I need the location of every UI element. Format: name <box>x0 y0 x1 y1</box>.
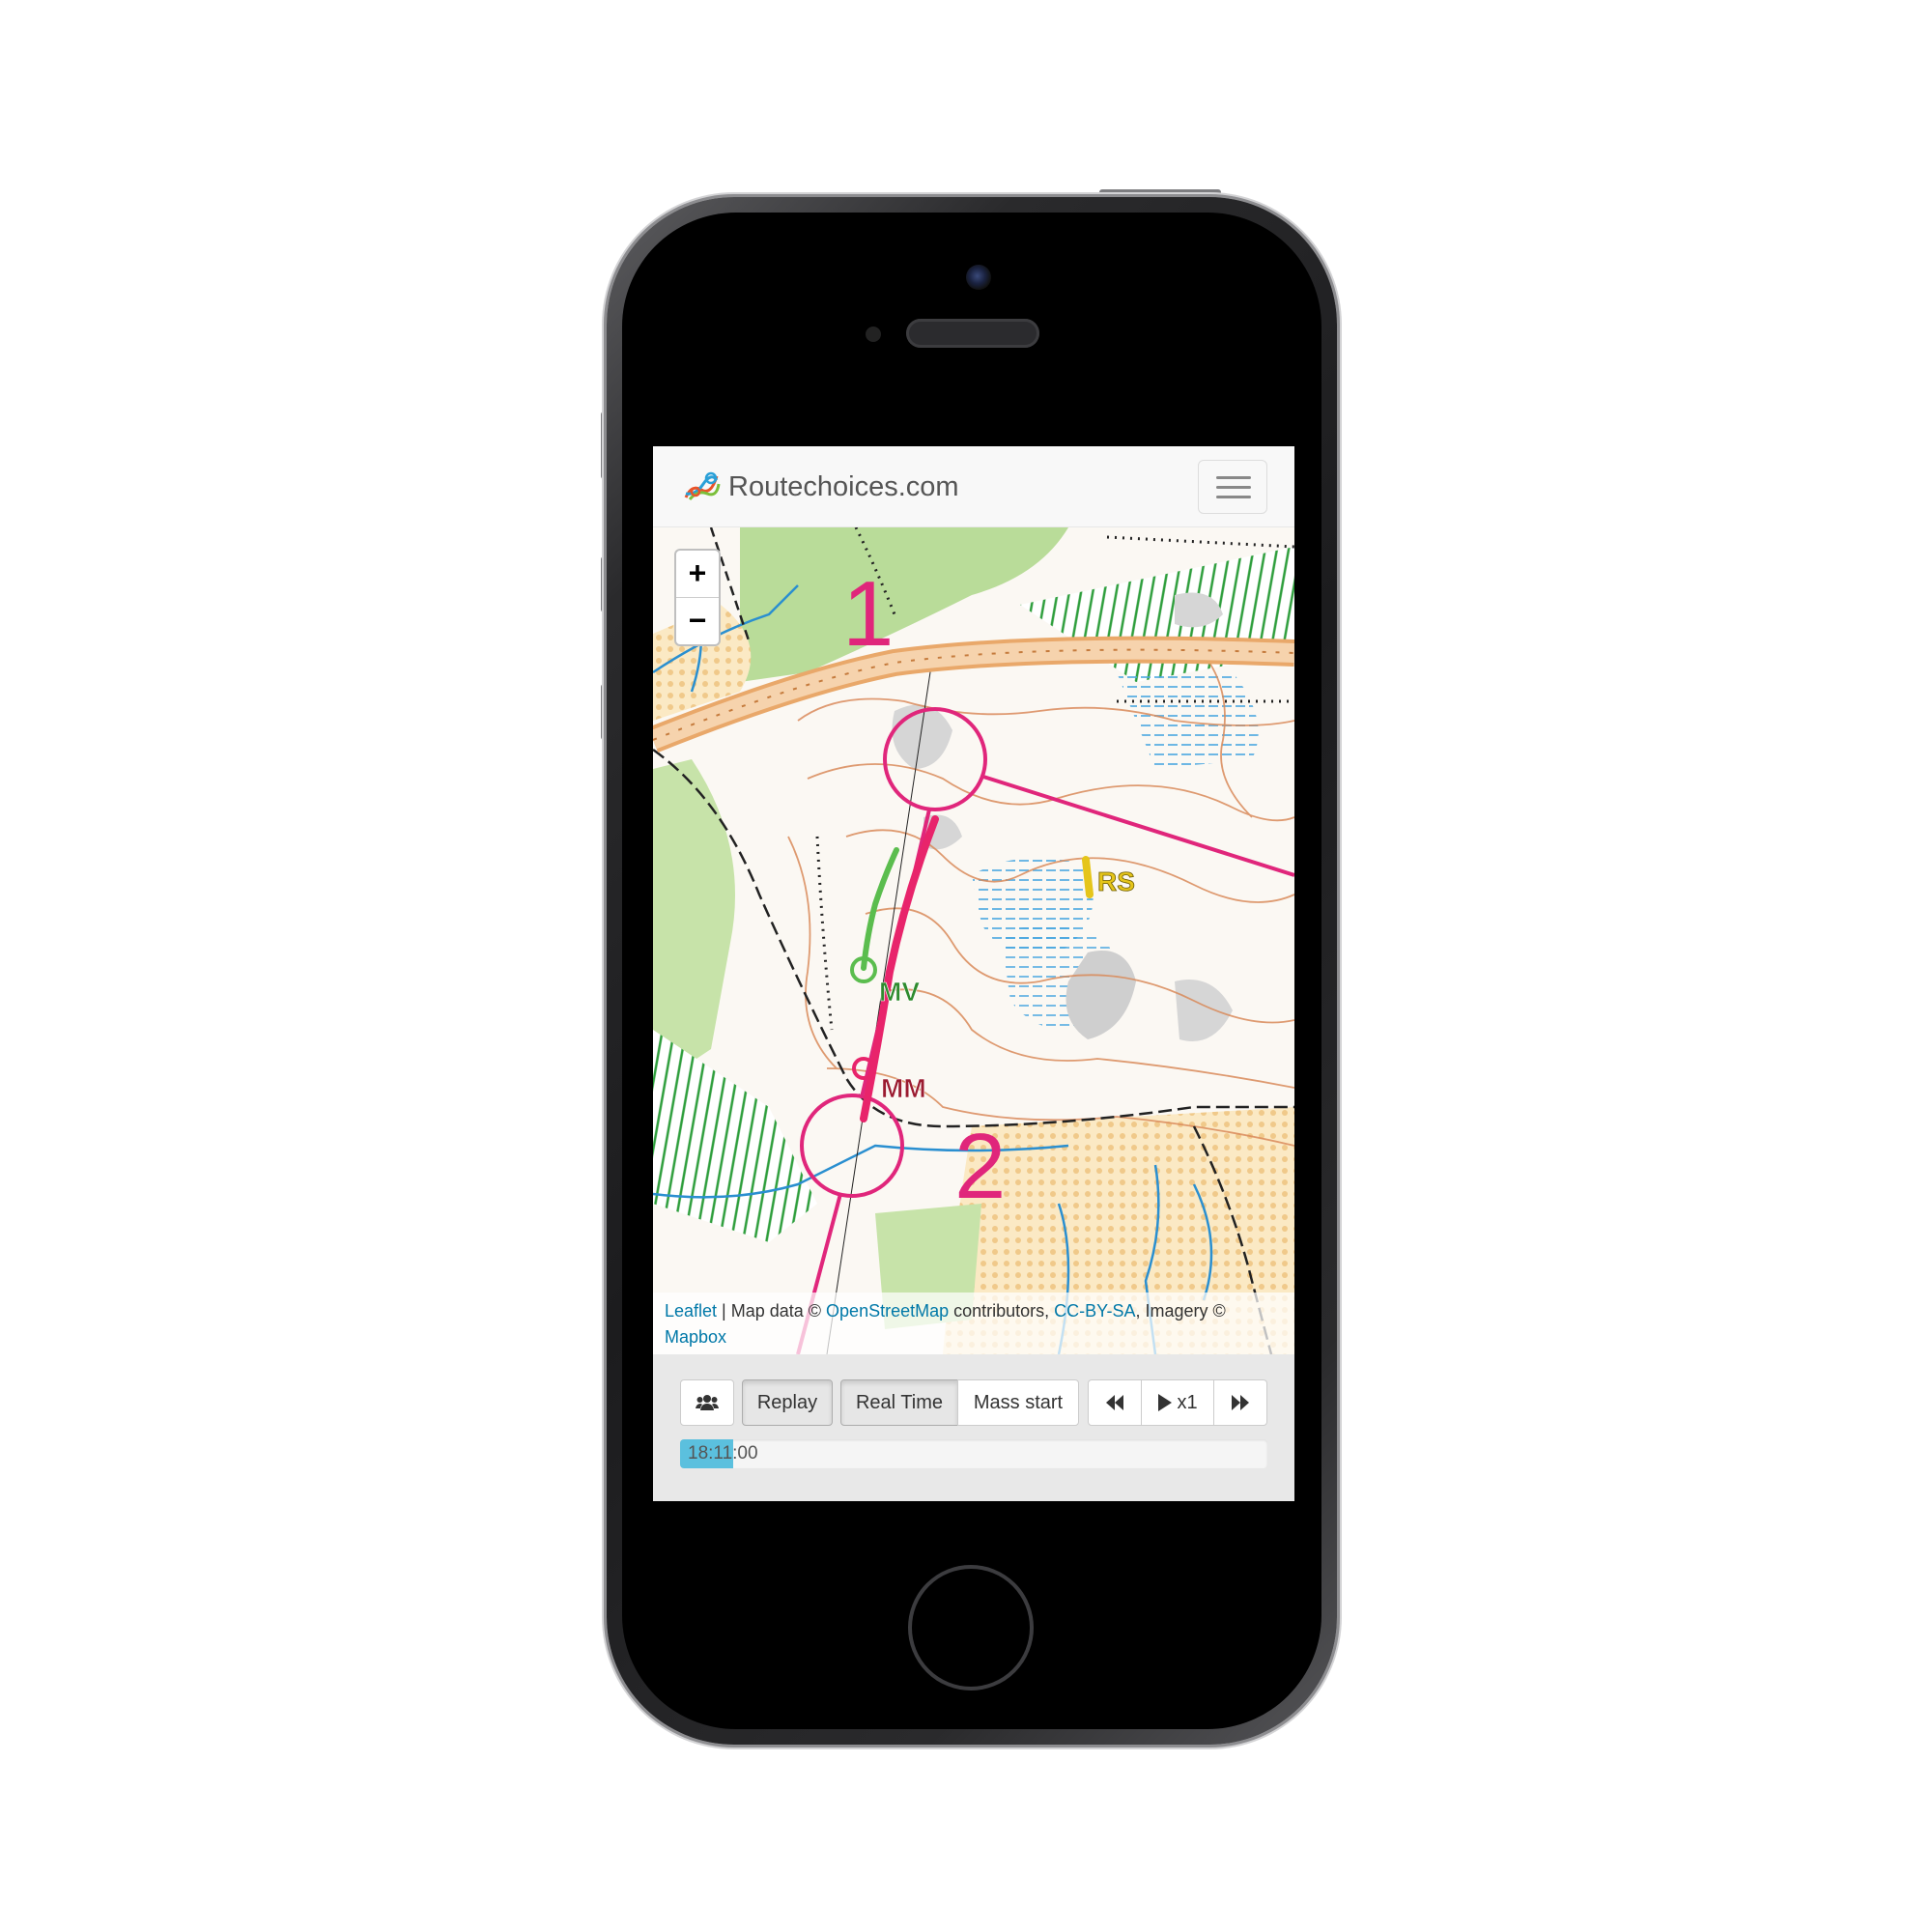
runner-label-rs: RS <box>1097 867 1135 896</box>
play-button[interactable]: x1 <box>1141 1379 1214 1426</box>
front-camera <box>966 265 991 290</box>
mapbox-link[interactable]: Mapbox <box>665 1327 726 1347</box>
runner-label-mm: MM <box>881 1073 926 1103</box>
orienteering-map: 1 2 MV MM RS <box>653 527 1294 1354</box>
navbar-toggle-button[interactable] <box>1198 460 1267 514</box>
home-button[interactable] <box>908 1565 1034 1690</box>
fast-backward-icon <box>1106 1395 1123 1410</box>
competitors-button[interactable] <box>680 1379 734 1426</box>
openstreetmap-link[interactable]: OpenStreetMap <box>826 1301 949 1321</box>
forward-button[interactable] <box>1213 1379 1267 1426</box>
zoom-in-button[interactable]: + <box>676 551 719 598</box>
map-view[interactable]: 1 2 MV MM RS + − Leaflet | Map data © Op… <box>653 527 1294 1354</box>
proximity-sensor <box>866 327 881 342</box>
zoom-control: + − <box>674 549 721 646</box>
map-attribution: Leaflet | Map data © OpenStreetMap contr… <box>653 1293 1294 1354</box>
attribution-text-2: contributors, <box>949 1301 1055 1321</box>
attribution-text-1: | Map data © <box>717 1301 827 1321</box>
real-time-button[interactable]: Real Time <box>840 1379 958 1426</box>
routechoices-logo-icon <box>684 471 721 500</box>
brand-name: Routechoices.com <box>728 470 959 502</box>
rewind-button[interactable] <box>1088 1379 1142 1426</box>
control-number-2: 2 <box>954 1115 1006 1218</box>
cc-by-sa-link[interactable]: CC-BY-SA <box>1054 1301 1135 1321</box>
runner-label-mv: MV <box>879 977 920 1007</box>
zoom-out-button[interactable]: − <box>676 598 719 644</box>
earpiece-speaker <box>906 319 1039 348</box>
users-icon <box>696 1395 719 1410</box>
leaflet-link[interactable]: Leaflet <box>665 1301 717 1321</box>
fast-forward-icon <box>1232 1395 1249 1410</box>
current-time: 18:11:00 <box>688 1443 758 1463</box>
navbar: Routechoices.com <box>653 446 1294 527</box>
mass-start-button[interactable]: Mass start <box>957 1379 1079 1426</box>
hamburger-menu-icon <box>1216 476 1251 479</box>
attribution-text-3: , Imagery © <box>1135 1301 1226 1321</box>
playback-speed: x1 <box>1177 1391 1198 1413</box>
phone-screen: Routechoices.com 1 2 MV MM RS + − Leafle… <box>653 446 1294 1501</box>
replay-button[interactable]: Replay <box>742 1379 833 1426</box>
replay-controls: Replay Real Time Mass start x1 18:11:00 <box>653 1354 1294 1501</box>
brand-link[interactable]: Routechoices.com <box>682 469 959 504</box>
timeline-progress[interactable]: 18:11:00 <box>680 1439 1267 1468</box>
control-number-1: 1 <box>842 562 894 666</box>
play-icon <box>1158 1394 1173 1411</box>
